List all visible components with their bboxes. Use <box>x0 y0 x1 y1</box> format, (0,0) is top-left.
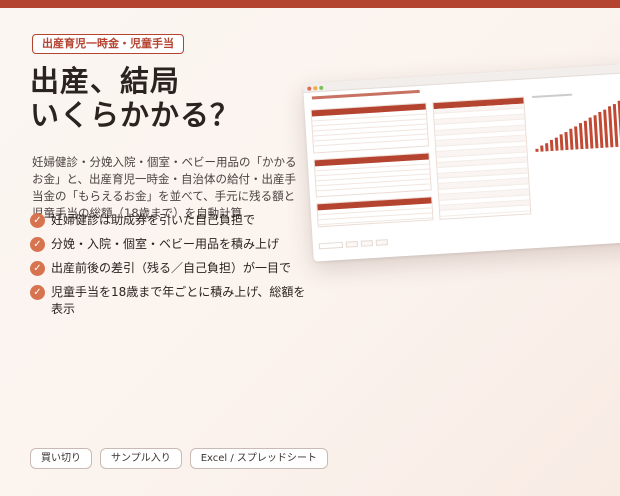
feature-text: 分娩・入院・個室・ベビー用品を積み上げ <box>51 237 280 251</box>
sheet-tab[interactable] <box>345 240 359 248</box>
chart-bar <box>588 117 594 149</box>
tag-format: Excel / スプレッドシート <box>189 448 328 469</box>
maximize-dot-icon <box>319 85 324 91</box>
summary-panel <box>316 196 434 228</box>
minimize-dot-icon <box>313 86 318 91</box>
spreadsheet-preview <box>303 63 620 262</box>
chart-bar <box>545 142 549 152</box>
check-icon: ✓ <box>30 237 45 252</box>
sheet-tab[interactable] <box>318 241 344 250</box>
feature-item: ✓ 児童手当を18歳まで年ごとに積み上げ、総額を表示 <box>30 284 310 318</box>
page-title: 出産、結局 いくらかかる？ <box>30 64 240 132</box>
window-titlebar <box>303 63 620 93</box>
category-tag: 出産育児一時金・児童手当 <box>32 34 184 54</box>
chart-title-bar <box>532 93 573 99</box>
feature-item: ✓ 出産前後の差引（残る／自己負担）が一目で <box>30 260 310 277</box>
feature-text: 出産前後の差引（残る／自己負担）が一目で <box>51 261 292 275</box>
allowance-table <box>432 96 532 220</box>
chart-bar <box>583 120 589 149</box>
chart-bar <box>549 139 554 152</box>
chart-bar <box>554 137 559 151</box>
bottom-tag-list: 買い切り サンプル入り Excel / スプレッドシート <box>30 448 328 469</box>
feature-item: ✓ 妊婦健診は助成券を引いた自己負担で <box>30 212 310 229</box>
feature-item: ✓ 分娩・入院・個室・ベビー用品を積み上げ <box>30 236 310 253</box>
sheet-tabs <box>318 239 388 250</box>
chart-bar <box>559 134 564 151</box>
chart-bar <box>574 125 579 150</box>
close-dot-icon <box>307 86 312 91</box>
check-icon: ✓ <box>30 285 45 300</box>
tag-buyout: 買い切り <box>30 448 92 469</box>
chart-bar <box>578 123 584 150</box>
feature-text: 児童手当を18歳まで年ごとに積み上げ、総額を表示 <box>51 285 306 316</box>
title-line-1: 出産、結局 <box>30 64 181 98</box>
sheet-tab[interactable] <box>360 240 374 247</box>
feature-list: ✓ 妊婦健診は助成券を引いた自己負担で ✓ 分娩・入院・個室・ベビー用品を積み上… <box>30 212 310 325</box>
sheet-tab[interactable] <box>375 239 388 246</box>
tag-sample: サンプル入り <box>100 448 182 469</box>
chart-bar <box>535 148 539 152</box>
chart-bar <box>569 128 574 150</box>
cost-panel <box>310 102 430 154</box>
top-accent-bar <box>0 0 620 8</box>
chart-bar <box>564 131 569 151</box>
title-line-2: いくらかかる？ <box>30 98 241 132</box>
feature-text: 妊婦健診は助成券を引いた自己負担で <box>51 213 256 227</box>
check-icon: ✓ <box>30 213 45 228</box>
check-icon: ✓ <box>30 261 45 276</box>
allowance-chart <box>533 98 620 152</box>
table-rows <box>433 103 531 217</box>
chart-bar <box>540 145 544 152</box>
chart-bar <box>593 114 599 149</box>
income-panel <box>313 152 432 198</box>
